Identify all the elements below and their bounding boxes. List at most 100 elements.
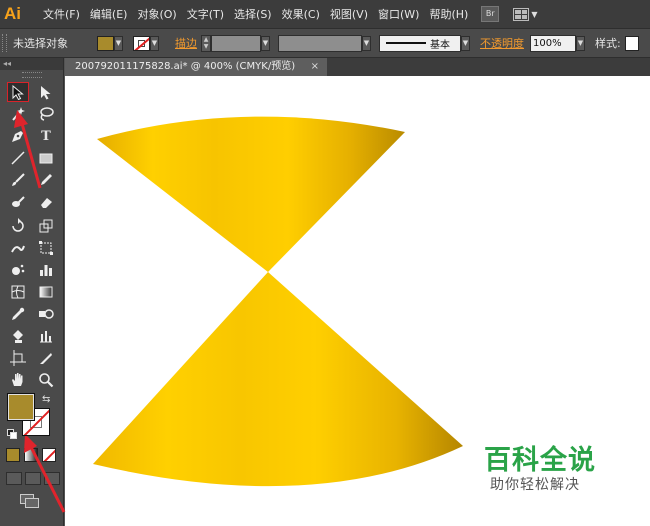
menu-view[interactable]: 视图(V) — [325, 6, 373, 22]
lower-cone[interactable] — [93, 272, 463, 487]
variable-width-profile[interactable] — [278, 34, 362, 52]
menu-object[interactable]: 对象(O) — [132, 6, 181, 22]
artboard-tool[interactable] — [7, 348, 29, 368]
warp-tool[interactable] — [7, 238, 29, 258]
paintbrush-tool[interactable] — [7, 170, 29, 190]
drawing-mode-row — [6, 472, 60, 485]
menu-select[interactable]: 选择(S) — [229, 6, 277, 22]
eraser-icon — [41, 198, 52, 208]
control-bar: 未选择对象 ▼ ▼ 描边 ▲ ▼ ▼ ▼ 基本 ▼ 不透明度 100% ▼ 样式 … — [0, 28, 650, 58]
stroke-dropdown-arrow[interactable]: ▼ — [150, 35, 159, 51]
arrange-documents-button[interactable]: ▼ — [513, 7, 538, 21]
lasso-tool[interactable] — [35, 104, 57, 124]
upper-cone[interactable] — [97, 116, 405, 272]
column-graph-icon — [40, 331, 52, 343]
live-paint-bucket-tool[interactable] — [7, 326, 29, 346]
selection-status: 未选择对象 — [13, 37, 68, 50]
opacity-input[interactable]: 100% — [530, 34, 576, 52]
hand-tool[interactable] — [7, 370, 29, 390]
stroke-label[interactable]: 描边 — [175, 35, 197, 51]
stroke-weight-dropdown[interactable]: ▼ — [261, 35, 270, 51]
color-mode-button[interactable] — [6, 448, 20, 462]
eyedropper-icon — [12, 307, 25, 320]
rectangle-tool[interactable] — [35, 148, 57, 168]
gradient-icon — [39, 286, 53, 298]
menu-window[interactable]: 窗口(W) — [373, 6, 424, 22]
graphic-style-swatch[interactable] — [624, 35, 639, 51]
zoom-tool[interactable] — [35, 370, 57, 390]
menu-effect[interactable]: 效果(C) — [277, 6, 325, 22]
brush-dropdown[interactable]: ▼ — [461, 35, 470, 51]
selection-icon — [12, 84, 24, 100]
close-icon[interactable]: × — [311, 58, 319, 76]
stroke-weight-stepper[interactable]: ▲ ▼ — [201, 34, 211, 52]
screen-mode-button[interactable] — [20, 494, 40, 508]
draw-normal-button[interactable] — [6, 472, 22, 485]
direct-selection-icon — [41, 85, 51, 99]
eraser-tool[interactable] — [35, 192, 57, 212]
type-tool[interactable]: T — [35, 126, 57, 146]
blend-tool[interactable] — [35, 304, 57, 324]
column-graph-tool[interactable] — [35, 260, 57, 280]
fill-dropdown-arrow[interactable]: ▼ — [114, 35, 123, 51]
free-transform-icon — [39, 241, 53, 255]
slice-icon — [40, 353, 52, 364]
none-mode-button[interactable] — [42, 448, 56, 462]
bridge-button[interactable]: Br — [481, 6, 500, 22]
type-icon: T — [41, 128, 51, 144]
scale-tool[interactable] — [35, 216, 57, 236]
arrange-documents-icon — [513, 7, 530, 21]
paintbrush-icon — [12, 173, 25, 186]
panel-grip[interactable] — [21, 72, 42, 78]
brush-definition[interactable]: 基本 — [379, 34, 461, 52]
lasso-icon — [40, 107, 54, 121]
document-tab[interactable]: 200792011175828.ai* @ 400% (CMYK/预览) × — [65, 58, 327, 76]
control-bar-grip[interactable] — [2, 34, 7, 52]
style-label: 样式 — [595, 37, 617, 50]
magic-wand-icon — [12, 107, 25, 121]
menu-help[interactable]: 帮助(H) — [424, 6, 473, 22]
slice-tool[interactable] — [35, 348, 57, 368]
warp-icon — [11, 245, 25, 253]
fill-color-swatch[interactable] — [97, 35, 114, 51]
stroke-color-swatch[interactable] — [133, 35, 150, 51]
document-tab-bar: 200792011175828.ai* @ 400% (CMYK/预览) × — [65, 58, 650, 76]
menu-type[interactable]: 文字(T) — [182, 6, 229, 22]
free-transform-tool[interactable] — [35, 238, 57, 258]
swap-fill-stroke-icon[interactable]: ⇆ — [42, 394, 50, 405]
panel-collapse-button[interactable]: ◂◂ — [0, 58, 63, 70]
fill-color-box[interactable] — [7, 393, 35, 421]
hand-icon — [12, 373, 23, 386]
direct-selection-tool[interactable] — [35, 82, 57, 102]
watermark-subtitle: 助你轻松解决 — [490, 477, 580, 493]
blob-brush-tool[interactable] — [7, 192, 29, 212]
app-logo: Ai — [4, 4, 21, 23]
selection-tool[interactable] — [7, 82, 29, 102]
live-paint-icon — [13, 330, 23, 343]
pencil-tool[interactable] — [35, 170, 57, 190]
chevron-down-icon: ▼ — [531, 9, 538, 19]
rotate-tool[interactable] — [7, 216, 29, 236]
profile-dropdown[interactable]: ▼ — [362, 35, 371, 51]
draw-inside-button[interactable] — [44, 472, 60, 485]
symbol-sprayer-tool[interactable] — [7, 260, 29, 280]
gradient-mode-button[interactable] — [24, 448, 38, 462]
gradient-tool[interactable] — [35, 282, 57, 302]
menu-edit[interactable]: 编辑(E) — [85, 6, 133, 22]
pen-tool[interactable] — [7, 126, 29, 146]
graph-tool[interactable] — [35, 326, 57, 346]
magic-wand-tool[interactable] — [7, 104, 29, 124]
default-fill-stroke-icon[interactable] — [7, 429, 17, 439]
menu-file[interactable]: 文件(F) — [38, 6, 85, 22]
opacity-label[interactable]: 不透明度 — [480, 35, 524, 51]
blend-icon — [39, 309, 54, 319]
pen-icon — [12, 131, 23, 142]
draw-behind-button[interactable] — [25, 472, 41, 485]
stroke-weight-input[interactable] — [211, 34, 261, 52]
eyedropper-tool[interactable] — [7, 304, 29, 324]
opacity-dropdown[interactable]: ▼ — [576, 35, 585, 51]
mesh-tool[interactable] — [7, 282, 29, 302]
line-tool[interactable] — [7, 148, 29, 168]
brush-definition-label: 基本 — [430, 39, 450, 51]
column-graph-icon — [40, 265, 52, 276]
